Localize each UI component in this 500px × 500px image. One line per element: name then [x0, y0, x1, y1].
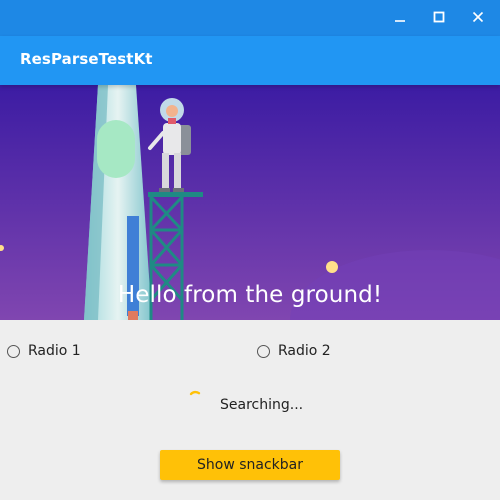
- close-icon: [472, 11, 484, 23]
- hero-greeting: Hello from the ground!: [117, 282, 383, 308]
- minimize-button[interactable]: [380, 0, 420, 34]
- maximize-icon: [433, 11, 445, 23]
- status-text: Searching...: [220, 397, 304, 413]
- loading-spinner-icon: [189, 390, 201, 396]
- radio-circle-icon[interactable]: [257, 344, 270, 358]
- radio-option-2[interactable]: Radio 2: [257, 340, 331, 362]
- app-title: ResParseTestKt: [20, 50, 153, 68]
- window-title-bar: [0, 0, 500, 36]
- radio-label: Radio 2: [278, 343, 331, 359]
- show-snackbar-button[interactable]: Show snackbar: [160, 450, 340, 480]
- maximize-button[interactable]: [419, 0, 459, 34]
- radio-option-1[interactable]: Radio 1: [7, 340, 81, 362]
- radio-circle-icon[interactable]: [7, 344, 20, 358]
- app-bar: ResParseTestKt: [0, 36, 500, 85]
- minimize-icon: [395, 20, 405, 22]
- close-button[interactable]: [458, 0, 498, 34]
- radio-label: Radio 1: [28, 343, 81, 359]
- hero-banner: Hello from the ground!: [0, 85, 500, 320]
